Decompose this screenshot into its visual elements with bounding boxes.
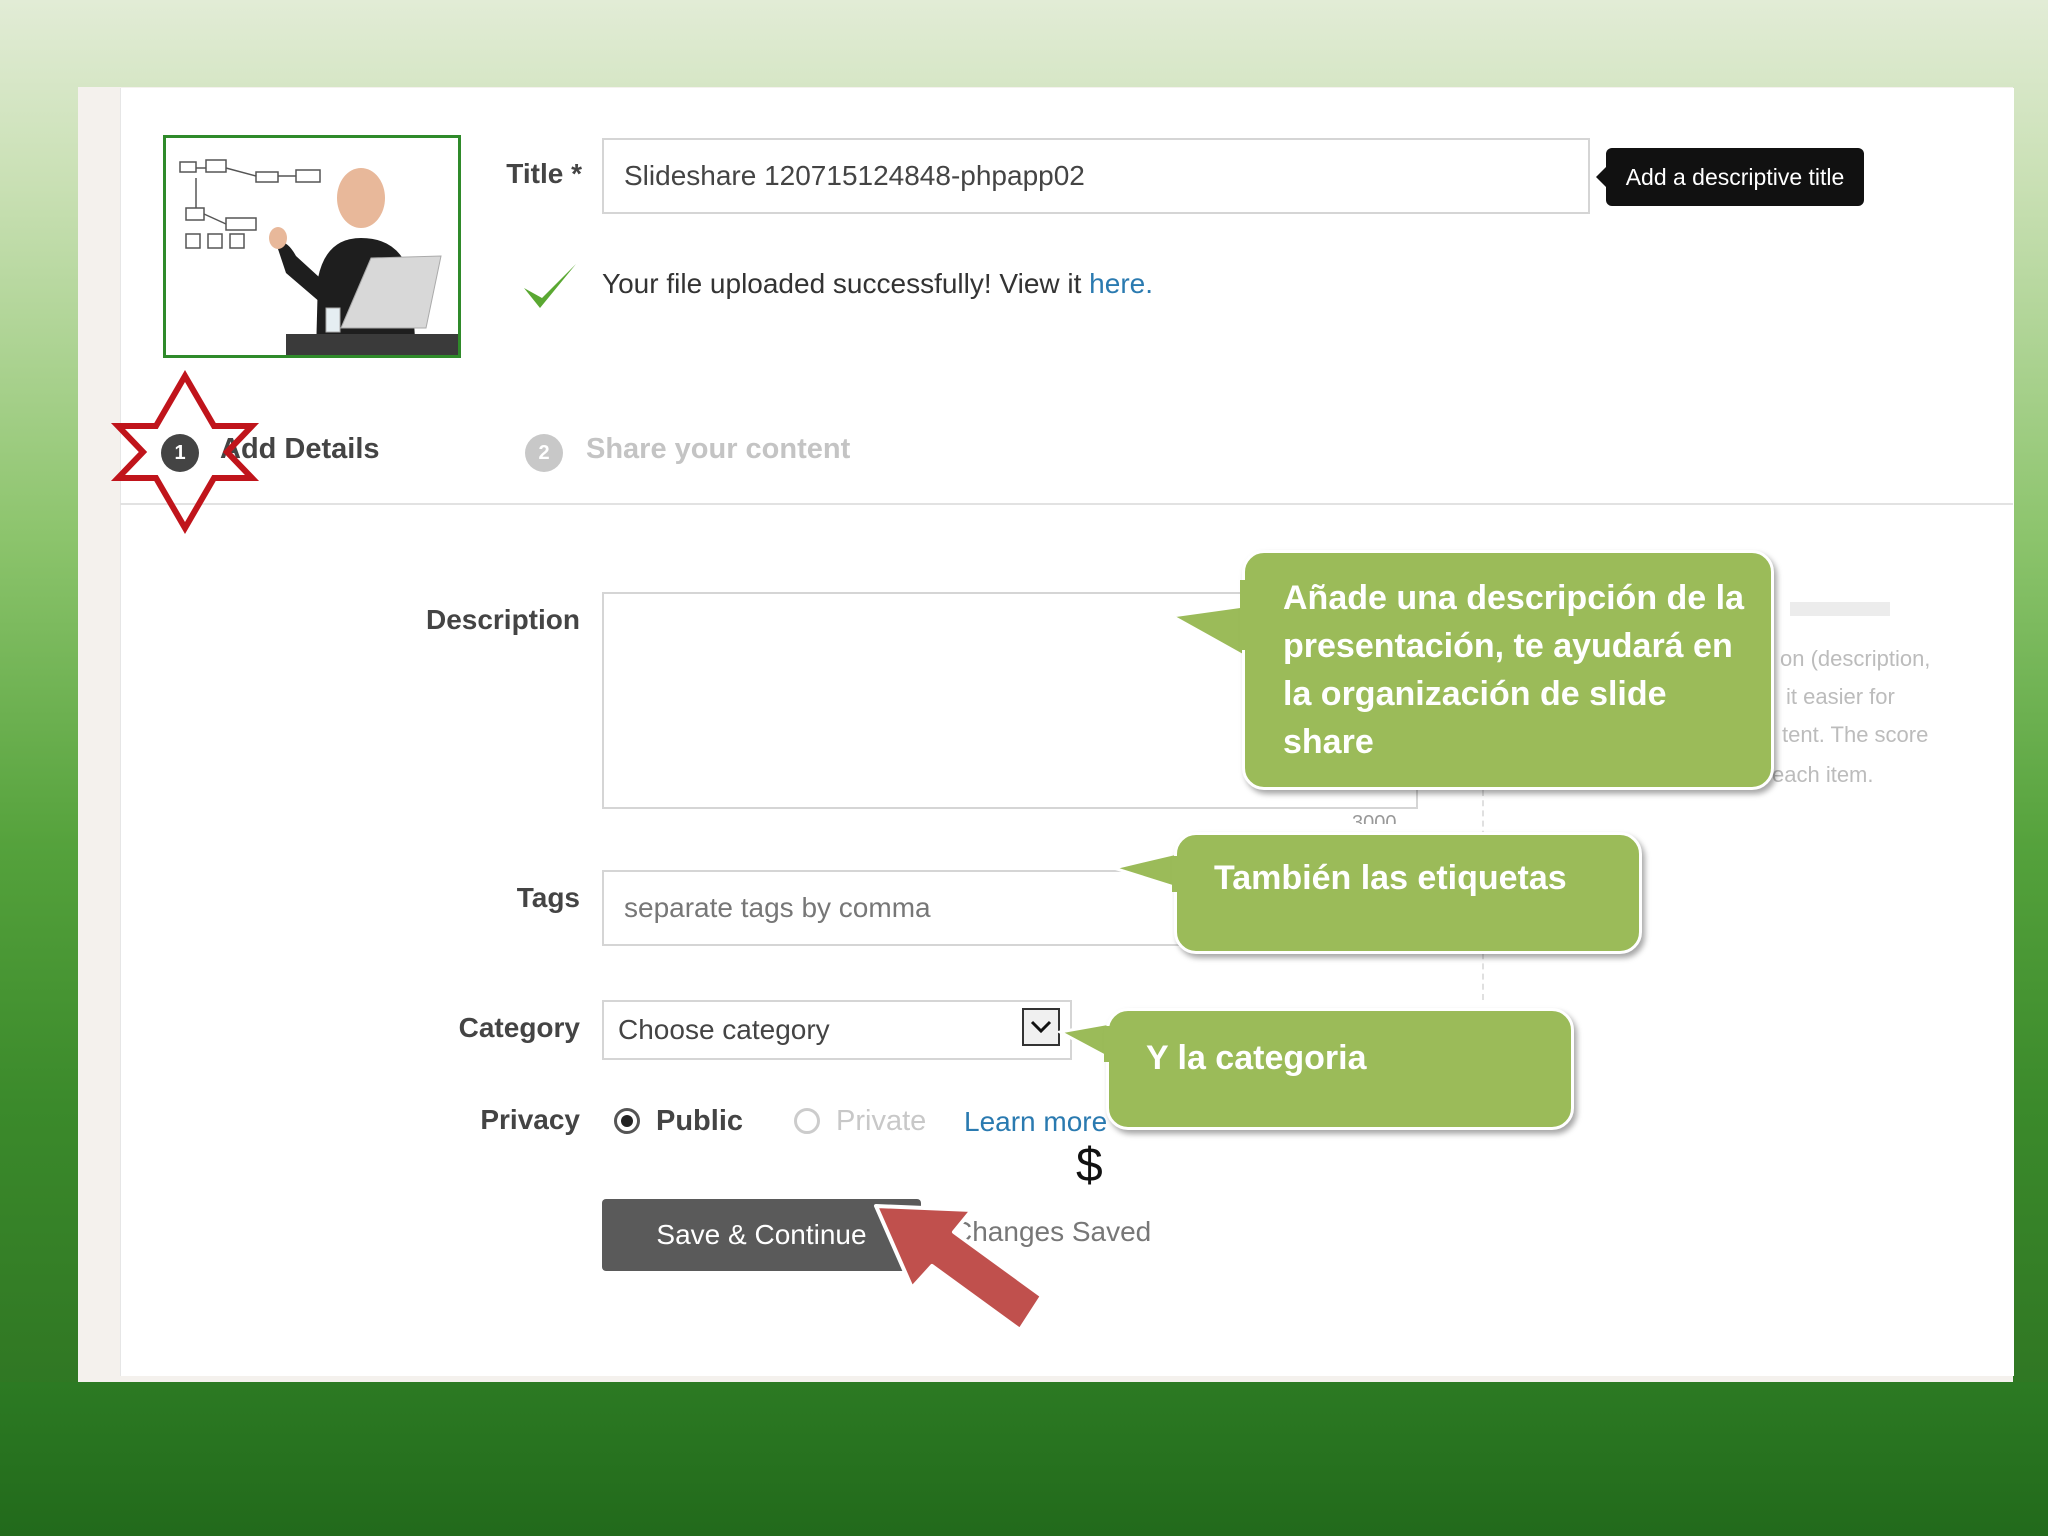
- category-label: Category: [458, 1012, 580, 1043]
- callout-category-text: Y la categoria: [1146, 1039, 1367, 1077]
- save-continue-label: Save & Continue: [656, 1219, 867, 1250]
- chevron-down-icon[interactable]: [1022, 1008, 1060, 1046]
- view-file-link[interactable]: here: [1089, 268, 1145, 299]
- privacy-private-label[interactable]: Private: [836, 1105, 926, 1138]
- callout-tags-text: También las etiquetas: [1214, 859, 1567, 897]
- title-label: Title *: [506, 158, 582, 189]
- callout-description-joint: [1240, 580, 1270, 650]
- privacy-private-radio[interactable]: [794, 1108, 820, 1134]
- privacy-public-radio[interactable]: [614, 1108, 640, 1134]
- upload-success-message: Your file uploaded successfully! View it…: [602, 268, 1153, 300]
- privacy-label: Privacy: [480, 1104, 580, 1135]
- step-2-number: 2: [525, 434, 563, 472]
- help-line-2: it easier for: [1786, 684, 1895, 709]
- help-line-1: on (description,: [1780, 646, 1931, 671]
- dollar-sign: $: [1076, 1139, 1103, 1192]
- tags-placeholder: separate tags by comma: [624, 892, 931, 923]
- slide-background-bottom: [0, 1382, 2048, 1536]
- thumbnail-image: [166, 138, 458, 355]
- description-char-count: 3000: [1352, 812, 1397, 824]
- category-select-value: Choose category: [618, 1014, 830, 1045]
- title-tooltip: Add a descriptive title: [1596, 148, 1864, 206]
- title-tooltip-text: Add a descriptive title: [1625, 163, 1845, 190]
- star-icon: [110, 370, 260, 534]
- upload-success-text: Your file uploaded successfully! View it: [602, 268, 1090, 299]
- help-bar: [1790, 602, 1890, 616]
- callout-description-text: Añade una descripción de la presentación…: [1283, 579, 1745, 761]
- help-line-4: each item.: [1772, 762, 1874, 787]
- learn-more-link[interactable]: Learn more: [964, 1106, 1107, 1138]
- title-input[interactable]: Slideshare 120715124848-phpapp02: [602, 138, 1590, 214]
- step-2-label[interactable]: Share your content: [586, 433, 850, 466]
- category-select[interactable]: Choose category: [602, 1000, 1072, 1060]
- arrow-icon: [874, 1204, 1044, 1332]
- steps-divider: [120, 503, 2013, 505]
- presentation-thumbnail[interactable]: [163, 135, 461, 358]
- callout-tags-joint: [1172, 856, 1202, 892]
- check-icon: [524, 264, 576, 308]
- tags-label: Tags: [516, 882, 580, 913]
- link-period: .: [1145, 268, 1153, 299]
- callout-category-joint: [1104, 1026, 1134, 1062]
- help-line-3: tent. The score: [1782, 722, 1929, 747]
- title-input-value: Slideshare 120715124848-phpapp02: [624, 160, 1085, 191]
- description-label: Description: [425, 604, 580, 635]
- privacy-public-label[interactable]: Public: [656, 1105, 743, 1138]
